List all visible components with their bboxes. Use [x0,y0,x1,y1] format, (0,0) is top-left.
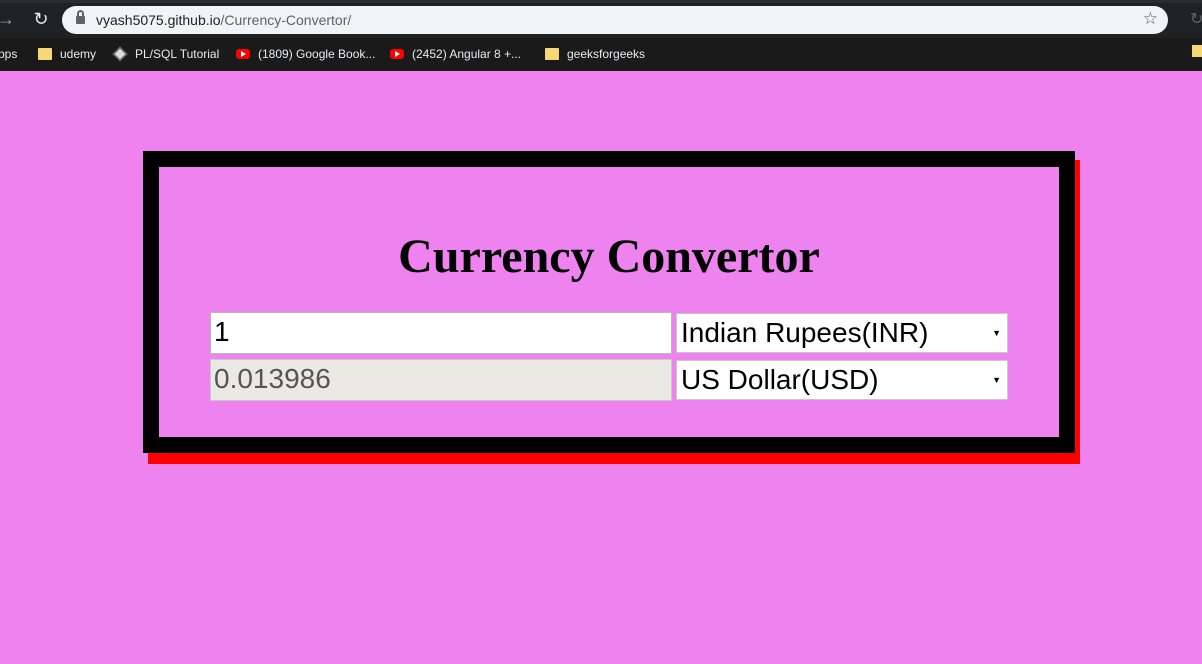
url-path: /Currency-Convertor/ [220,12,352,28]
reload-icon[interactable]: ↻ [31,9,51,29]
bookmark-label: pps [0,47,18,61]
youtube-icon [390,48,404,59]
url-host: vyash5075.github.io [96,12,221,28]
to-currency-value: US Dollar(USD) [681,364,879,395]
bookmark-google-book[interactable]: (1809) Google Book... [236,45,375,63]
tab-strip [0,0,1202,3]
back-arrow-icon[interactable]: → [0,9,16,29]
other-bookmarks-folder-icon[interactable] [1192,45,1202,57]
bookmark-geeksforgeeks[interactable]: geeksforgeeks [545,45,645,63]
bookmarks-bar: pps udemy PL/SQL Tutorial (1809) Google … [0,38,1202,71]
browser-toolbar: → ↻ vyash5075.github.io/Currency-Convert… [0,0,1202,38]
dropdown-arrow-icon: ▼ [992,328,1001,338]
bookmark-plsql[interactable]: PL/SQL Tutorial [112,45,220,63]
lock-icon [76,10,85,25]
amount-input[interactable]: 1 [210,312,672,354]
bookmark-angular[interactable]: (2452) Angular 8 +... [390,45,521,63]
folder-icon [38,47,52,60]
from-currency-value: Indian Rupees(INR) [681,317,929,348]
to-currency-select[interactable]: US Dollar(USD) ▼ [676,360,1008,400]
result-output: 0.013986 [210,359,672,401]
plsql-icon [112,46,128,62]
bookmark-label: PL/SQL Tutorial [135,47,220,61]
address-bar[interactable]: vyash5075.github.io/Currency-Convertor/ … [62,6,1168,34]
extension-icon[interactable]: ↻ [1190,9,1202,29]
bookmark-label: udemy [60,47,97,61]
youtube-icon [236,48,250,59]
converter-card: Currency Convertor 1 Indian Rupees(INR) … [143,151,1075,453]
bookmark-label: geeksforgeeks [567,47,646,61]
bookmark-label: (1809) Google Book... [258,47,376,61]
bookmark-star-icon[interactable]: ☆ [1143,9,1158,29]
url-text[interactable]: vyash5075.github.io/Currency-Convertor/ [96,12,351,28]
dropdown-arrow-icon: ▼ [992,375,1001,385]
bookmark-label: (2452) Angular 8 +... [412,47,522,61]
page-title: Currency Convertor [398,230,820,283]
bookmark-udemy[interactable]: udemy [38,45,96,63]
from-currency-select[interactable]: Indian Rupees(INR) ▼ [676,313,1008,353]
folder-icon [545,47,559,60]
bookmark-apps[interactable]: pps [0,45,17,63]
